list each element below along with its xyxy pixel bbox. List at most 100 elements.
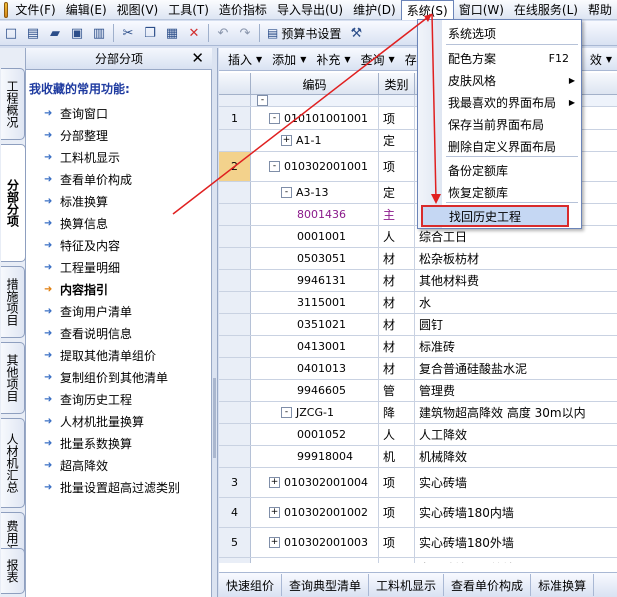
name-cell[interactable]: 实心砖墙180内墙	[415, 498, 617, 527]
menu-edit[interactable]: 编辑(E)	[61, 0, 112, 20]
type-cell[interactable]: 降	[379, 402, 415, 423]
name-cell[interactable]: 实心砖墙180外墙	[415, 528, 617, 557]
favorite-function-item[interactable]: ➜ 标准换算	[44, 190, 210, 212]
menu-window[interactable]: 窗口(W)	[454, 0, 509, 20]
insert-button[interactable]: 插入 ▼	[223, 49, 267, 69]
supplement-button[interactable]: 补充 ▼	[311, 49, 355, 69]
expand-icon[interactable]: +	[269, 507, 280, 518]
header-type[interactable]: 类别	[379, 73, 415, 95]
code-cell[interactable]: 9946605	[251, 380, 379, 401]
table-row[interactable]: 0503051 材松杂板枋材	[219, 248, 617, 270]
new-file-icon[interactable]: □	[0, 23, 22, 43]
save-icon[interactable]: ▣	[66, 23, 88, 43]
tab-unit-price[interactable]: 查看单价构成	[444, 574, 532, 596]
paste-icon[interactable]: ▦	[161, 23, 183, 43]
code-cell[interactable]: 99918004	[251, 446, 379, 467]
code-cell[interactable]: -010302001001	[251, 152, 379, 181]
tab-other-items[interactable]: 其他项目	[1, 342, 25, 414]
code-cell[interactable]: 8001436	[251, 204, 379, 225]
tab-labor-material-display[interactable]: 工料机显示	[369, 574, 445, 596]
type-cell[interactable]: 定	[379, 182, 415, 203]
print-icon[interactable]: ▥	[88, 23, 110, 43]
favorite-function-item[interactable]: ➜ 查询用户清单	[44, 300, 210, 322]
type-cell[interactable]: 项	[379, 558, 415, 563]
collapse-icon[interactable]: -	[281, 407, 292, 418]
favorite-function-item[interactable]: ➜ 查询历史工程	[44, 388, 210, 410]
tab-labor-material-summary[interactable]: 人材机汇总	[1, 418, 25, 508]
new-folder-icon[interactable]: ▤	[22, 23, 44, 43]
system-menu-item[interactable]: 找回历史工程	[421, 205, 569, 227]
tools-icon[interactable]: ⚒	[345, 23, 367, 43]
table-row[interactable]: 4 +010302001002 项实心砖墙180内墙	[219, 498, 617, 528]
system-menu-item[interactable]: 备份定额库	[418, 159, 581, 181]
favorite-function-item[interactable]: ➜ 复制组价到其他清单	[44, 366, 210, 388]
menu-file[interactable]: 文件(F)	[10, 0, 60, 20]
favorite-function-item[interactable]: ➜ 批量系数换算	[44, 432, 210, 454]
tab-sub-items[interactable]: 分部分项	[1, 144, 26, 262]
system-menu-item[interactable]: 皮肤风格 ▶	[418, 69, 581, 91]
tab-reports[interactable]: 报表	[1, 548, 25, 594]
type-cell[interactable]: 材	[379, 358, 415, 379]
table-row[interactable]: 9946605 管管理费	[219, 380, 617, 402]
code-cell[interactable]: 0001052	[251, 424, 379, 445]
type-cell[interactable]: 人	[379, 424, 415, 445]
code-cell[interactable]: - A3-13	[251, 182, 379, 203]
favorite-function-item[interactable]: ➜ 超高降效	[44, 454, 210, 476]
table-row[interactable]: 9946131 材其他材料费	[219, 270, 617, 292]
expand-icon[interactable]: +	[269, 537, 280, 548]
system-menu-item[interactable]: 系统选项	[418, 22, 581, 44]
type-cell[interactable]: 材	[379, 314, 415, 335]
expand-icon[interactable]: +	[269, 477, 280, 488]
code-cell[interactable]: +010302001003	[251, 528, 379, 557]
name-cell[interactable]: 空心砖墙、砌块墙	[415, 558, 617, 563]
menu-import-export[interactable]: 导入导出(U)	[272, 0, 348, 20]
name-cell[interactable]: 建筑物超高降效 高度 30m以内	[415, 402, 617, 423]
system-menu-item[interactable]: 恢复定额库	[418, 181, 581, 203]
type-cell[interactable]: 项	[379, 498, 415, 527]
system-menu-item[interactable]: 我最喜欢的界面布局 ▶	[418, 91, 581, 113]
collapse-icon[interactable]: -	[269, 112, 280, 124]
type-cell[interactable]: 项	[379, 468, 415, 497]
favorite-function-item[interactable]: ➜ 分部整理	[44, 124, 210, 146]
name-cell[interactable]: 复合普通硅酸盐水泥	[415, 358, 617, 379]
code-cell[interactable]: 0503051	[251, 248, 379, 269]
type-cell[interactable]: 材	[379, 270, 415, 291]
close-icon[interactable]: ✕	[191, 49, 204, 67]
table-row[interactable]: 3115001 材水	[219, 292, 617, 314]
add-button[interactable]: 添加 ▼	[267, 49, 311, 69]
copy-icon[interactable]: ❐	[139, 23, 161, 43]
system-menu-item[interactable]: 保存当前界面布局	[418, 113, 581, 135]
menu-cost-index[interactable]: 造价指标	[214, 0, 272, 20]
table-row[interactable]: 0401013 材复合普通硅酸盐水泥	[219, 358, 617, 380]
type-cell[interactable]	[379, 95, 415, 106]
favorite-function-item[interactable]: ➜ 工料机显示	[44, 146, 210, 168]
table-row[interactable]: 3 +010302001004 项实心砖墙	[219, 468, 617, 498]
table-row[interactable]: 0413001 材标准砖	[219, 336, 617, 358]
efficiency-button[interactable]: 效 ▼	[585, 49, 617, 69]
collapse-icon[interactable]: -	[269, 161, 280, 172]
favorite-function-item[interactable]: ➜ 查看说明信息	[44, 322, 210, 344]
collapse-icon[interactable]: -	[257, 95, 268, 106]
name-cell[interactable]: 综合工日	[415, 226, 617, 247]
cut-icon[interactable]: ✂	[117, 23, 139, 43]
system-menu-item[interactable]: 删除自定义界面布局	[418, 135, 581, 157]
tab-project-overview[interactable]: 工程概况	[1, 68, 25, 140]
undo-icon[interactable]: ↶	[212, 23, 234, 43]
menu-help[interactable]: 帮助	[583, 0, 617, 20]
code-cell[interactable]: 0001001	[251, 226, 379, 247]
type-cell[interactable]: 项	[379, 528, 415, 557]
name-cell[interactable]: 松杂板枋材	[415, 248, 617, 269]
menu-maintain[interactable]: 维护(D)	[348, 0, 401, 20]
code-cell[interactable]: 0351021	[251, 314, 379, 335]
menu-system[interactable]: 系统(S)	[400, 0, 454, 20]
favorite-function-item[interactable]: ➜ 工程量明细	[44, 256, 210, 278]
favorite-function-item[interactable]: ➜ 换算信息	[44, 212, 210, 234]
name-cell[interactable]: 实心砖墙	[415, 468, 617, 497]
tab-measures[interactable]: 措施项目	[1, 266, 25, 338]
name-cell[interactable]: 管理费	[415, 380, 617, 401]
favorite-function-item[interactable]: ➜ 内容指引	[44, 278, 210, 300]
panel-splitter[interactable]	[212, 48, 218, 597]
tab-quick-pricing[interactable]: 快速组价	[219, 574, 283, 596]
delete-icon[interactable]: ✕	[183, 23, 205, 43]
header-code[interactable]: 编码	[251, 73, 379, 95]
